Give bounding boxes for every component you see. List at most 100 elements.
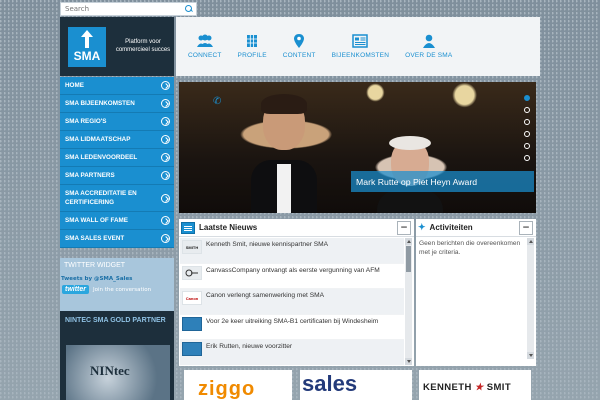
sales-logo-text: sales	[302, 371, 358, 396]
sidebar-item-regios[interactable]: SMA REGIO'S	[60, 113, 174, 131]
sidebar-item-label: SMA SALES EVENT	[65, 235, 125, 242]
sidebar-menu: HOME SMA BIJEENKOMSTEN SMA REGIO'S SMA L…	[60, 77, 174, 248]
sidebar-item-sales-event[interactable]: SMA SALES EVENT	[60, 230, 174, 248]
kenneth-smit-logo[interactable]: KENNETH ★ SMIT	[419, 370, 531, 400]
sidebar-item-label: HOME	[65, 82, 84, 89]
chevron-right-icon	[161, 171, 170, 180]
slider-dot[interactable]	[524, 107, 530, 113]
chevron-right-icon	[161, 153, 170, 162]
runner-icon: ✦	[418, 222, 426, 232]
scroll-up-icon[interactable]	[405, 238, 412, 245]
news-thumbnail	[182, 265, 202, 280]
news-icon	[352, 34, 369, 48]
news-thumbnail	[182, 316, 202, 331]
list-item[interactable]: Voor 2e keer uitreiking SMA-B1 certifica…	[180, 315, 404, 340]
list-item[interactable]: SMITH Kenneth Smit, nieuwe kennispartner…	[180, 238, 404, 264]
news-thumbnail	[182, 342, 202, 356]
ziggo-logo[interactable]: ziggo	[184, 370, 292, 400]
collapse-button[interactable]: −	[397, 220, 411, 235]
list-item[interactable]: CanvassCompany ontvangt als eerste vergu…	[180, 264, 404, 289]
twitter-follow[interactable]: twitter Join the conversation	[60, 282, 174, 297]
activities-panel-title: Activiteiten	[429, 223, 473, 232]
twitter-widget: TWITTER WIDGET Tweets by @SMA_Sales twit…	[60, 258, 174, 311]
partner-image[interactable]: NINtec	[66, 345, 170, 400]
nav-connect-label: CONNECT	[188, 52, 222, 59]
chevron-right-icon	[161, 216, 170, 225]
sponsor-logos: ziggo sales KENNETH ★ SMIT	[179, 370, 536, 400]
chevron-right-icon	[161, 234, 170, 243]
sidebar-item-label: SMA BIJEENKOMSTEN	[65, 100, 135, 107]
news-item-title[interactable]: Voor 2e keer uitreiking SMA-B1 certifica…	[206, 317, 378, 326]
slider-dot[interactable]	[524, 95, 530, 101]
news-item-title[interactable]: Erik Rutten, nieuwe voorzitter	[206, 342, 292, 351]
sma-logo-mark: SMA	[68, 27, 106, 67]
news-item-title[interactable]: CanvassCompany ontvangt als eerste vergu…	[206, 266, 380, 275]
twitter-handle-link[interactable]: Tweets by @SMA_Sales	[60, 269, 174, 282]
person-icon	[422, 34, 435, 48]
search-box	[60, 2, 197, 16]
sidebar-item-bijeenkomsten[interactable]: SMA BIJEENKOMSTEN	[60, 95, 174, 113]
slide-photo-person	[251, 90, 317, 213]
arrow-up-icon	[81, 30, 93, 48]
sidebar-item-ledenvoordeel[interactable]: SMA LEDENVOORDEEL	[60, 149, 174, 167]
logo-text: SMA	[73, 49, 101, 63]
chevron-right-icon	[161, 81, 170, 90]
calendar-grid-icon	[247, 35, 258, 47]
logo[interactable]: SMA Platform voor commercieel succes	[60, 17, 174, 76]
sidebar-item-partners[interactable]: SMA PARTNERS	[60, 167, 174, 185]
hero-slider[interactable]: ✆ Mark Rutte op Piet Heyn Award	[179, 82, 536, 213]
sidebar-item-label: SMA PARTNERS	[65, 172, 115, 179]
scroll-down-icon[interactable]	[405, 358, 412, 365]
list-item[interactable]: Erik Rutten, nieuwe voorzitter	[180, 340, 404, 365]
chevron-right-icon	[161, 99, 170, 108]
slider-dot[interactable]	[524, 119, 530, 125]
sidebar-item-label: SMA ACCREDITATIE EN CERTIFICERING	[65, 190, 137, 206]
scroll-up-icon[interactable]	[527, 238, 534, 245]
nav-content[interactable]: CONTENT	[283, 34, 316, 59]
partner-block: NINTEC SMA GOLD PARTNER NINtec	[60, 311, 174, 400]
logo-tagline: Platform voor commercieel succes	[115, 39, 171, 53]
slider-dot[interactable]	[524, 131, 530, 137]
nav-content-label: CONTENT	[282, 52, 316, 59]
twitter-join-text: Join the conversation	[93, 286, 152, 293]
collapse-button[interactable]: −	[519, 220, 533, 235]
nav-over-de-sma-label: OVER DE SMA	[405, 52, 453, 59]
top-navigation: CONNECT PROFILE CONTENT BIJEENKOMSTEN OV…	[176, 17, 540, 76]
page-wrapper: SMA Platform voor commercieel succes CON…	[58, 0, 540, 400]
slider-dots	[524, 95, 530, 161]
sidebar-item-home[interactable]: HOME	[60, 77, 174, 95]
ziggo-logo-text: ziggo	[198, 378, 256, 400]
search-icon[interactable]	[183, 3, 195, 15]
scroll-down-icon[interactable]	[527, 352, 534, 359]
news-item-title[interactable]: Canon verlengt samenwerking met SMA	[206, 291, 324, 300]
nav-profile[interactable]: PROFILE	[238, 34, 267, 59]
news-icon	[181, 221, 195, 234]
sidebar-item-label: SMA REGIO'S	[65, 118, 107, 125]
nav-bijeenkomsten[interactable]: BIJEENKOMSTEN	[332, 34, 390, 59]
activities-scrollbar[interactable]	[527, 238, 534, 359]
nav-connect[interactable]: CONNECT	[188, 34, 222, 59]
sidebar-item-lidmaatschap[interactable]: SMA LIDMAATSCHAP	[60, 131, 174, 149]
nav-bijeenkomsten-label: BIJEENKOMSTEN	[331, 52, 390, 59]
activities-panel-header: ✦ Activiteiten −	[416, 219, 536, 237]
twitter-logo-icon: twitter	[62, 285, 89, 294]
news-panel-header: Laatste Nieuws −	[179, 219, 414, 237]
news-item-title[interactable]: Kenneth Smit, nieuwe kennispartner SMA	[206, 240, 328, 249]
slider-dot[interactable]	[524, 155, 530, 161]
chevron-right-icon	[161, 117, 170, 126]
search-input[interactable]	[61, 3, 183, 15]
news-scrollbar[interactable]	[405, 238, 412, 365]
scroll-thumb[interactable]	[406, 246, 411, 272]
people-icon	[196, 34, 213, 47]
sales-logo[interactable]: sales	[300, 370, 412, 400]
chevron-right-icon	[161, 193, 170, 203]
nav-over-de-sma[interactable]: OVER DE SMA	[405, 34, 452, 59]
slider-dot[interactable]	[524, 143, 530, 149]
list-item[interactable]: Canon Canon verlengt samenwerking met SM…	[180, 289, 404, 315]
nintec-logo: NINtec	[90, 363, 130, 378]
slide-caption[interactable]: Mark Rutte op Piet Heyn Award	[351, 171, 534, 192]
sidebar-item-wall-of-fame[interactable]: SMA WALL OF FAME	[60, 212, 174, 230]
sidebar-item-accreditatie[interactable]: SMA ACCREDITATIE EN CERTIFICERING	[60, 185, 174, 212]
partner-title: NINTEC SMA GOLD PARTNER	[65, 317, 166, 324]
news-panel: Laatste Nieuws − SMITH Kenneth Smit, nie…	[179, 219, 414, 366]
